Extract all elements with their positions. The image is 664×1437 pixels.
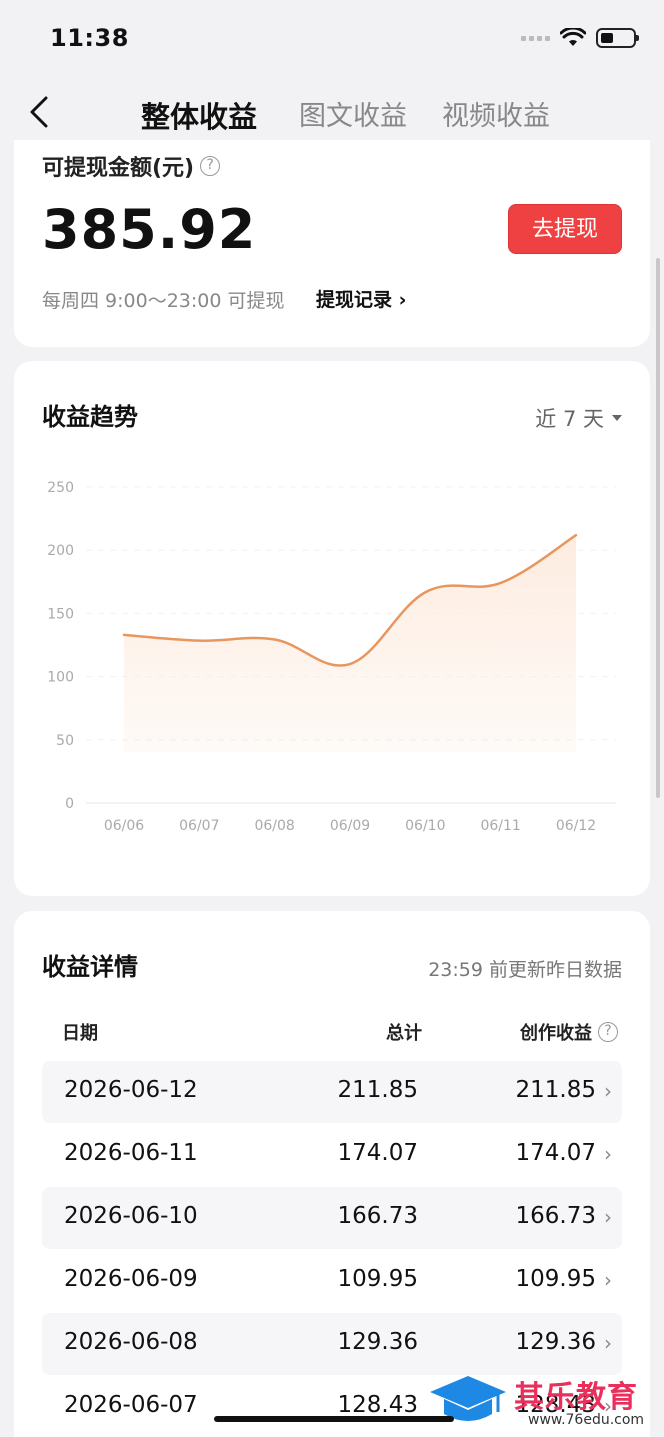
home-indicator <box>214 1416 454 1422</box>
table-row[interactable]: 2026-06-08 129.36 129.36 › <box>42 1313 622 1375</box>
y-tick-label: 50 <box>56 733 74 749</box>
row-creation: 109.95 <box>515 1266 596 1292</box>
wifi-icon <box>560 28 586 46</box>
withdraw-record-label: 提现记录 <box>316 289 393 311</box>
status-icons <box>521 28 639 48</box>
trend-chart: 0 50 100 150 200 250 06/06 06/07 06/08 06/09 06/10… <box>47 480 616 834</box>
y-tick-label: 100 <box>47 670 74 686</box>
battery-icon <box>596 28 639 48</box>
row-creation: 174.07 <box>515 1140 596 1166</box>
row-date: 2026-06-10 <box>64 1203 198 1229</box>
caret-down-icon <box>612 415 622 421</box>
watermark-logo: 其乐教育 www.76edu.com <box>428 1370 658 1434</box>
tab-video-earnings[interactable]: 视频收益 <box>442 94 550 133</box>
tab-overall-earnings[interactable]: 整体收益 <box>141 94 257 136</box>
row-total: 109.95 <box>337 1266 418 1292</box>
table-row[interactable]: 2026-06-10 166.73 166.73 › <box>42 1187 622 1249</box>
row-total: 128.43 <box>337 1392 418 1418</box>
table-row[interactable]: 2026-06-12 211.85 211.85 › <box>42 1061 622 1123</box>
x-tick-label: 06/10 <box>405 818 445 834</box>
chevron-right-icon: › <box>604 1205 612 1229</box>
withdraw-record-link[interactable]: 提现记录 › <box>316 285 406 312</box>
row-total: 174.07 <box>337 1140 418 1166</box>
balance-value: 385.92 <box>42 198 257 261</box>
row-total: 166.73 <box>337 1203 418 1229</box>
status-bar: 11:38 <box>0 0 664 80</box>
signal-icon <box>521 35 550 41</box>
row-date: 2026-06-11 <box>64 1140 198 1166</box>
chevron-right-icon: › <box>604 1079 612 1103</box>
watermark-url: www.76edu.com <box>528 1412 645 1428</box>
withdraw-schedule: 每周四 9:00～23:00 可提现 <box>42 290 285 312</box>
tab-article-earnings[interactable]: 图文收益 <box>299 94 407 133</box>
x-tick-label: 06/11 <box>480 818 520 834</box>
series-area <box>124 535 576 753</box>
chevron-right-icon: › <box>604 1142 612 1166</box>
scrollbar[interactable] <box>656 258 660 798</box>
row-date: 2026-06-07 <box>64 1392 198 1418</box>
row-date: 2026-06-09 <box>64 1266 198 1292</box>
table-header: 日期 总计 创作收益 ? <box>42 1019 622 1049</box>
y-tick-label: 200 <box>47 543 74 559</box>
watermark-text: 其乐教育 <box>514 1380 638 1415</box>
status-time: 11:38 <box>50 24 129 52</box>
row-creation: 129.36 <box>515 1329 596 1355</box>
column-date: 日期 <box>62 1023 98 1044</box>
x-tick-label: 06/07 <box>179 818 219 834</box>
balance-label: 可提现金额(元) ? <box>42 150 221 182</box>
column-total: 总计 <box>386 1023 422 1044</box>
column-creation: 创作收益 ? <box>520 1019 618 1045</box>
row-total: 129.36 <box>337 1329 418 1355</box>
chevron-right-icon: › <box>604 1268 612 1292</box>
y-tick-label: 0 <box>65 796 74 812</box>
chevron-right-icon: › <box>398 289 407 311</box>
row-total: 211.85 <box>337 1077 418 1103</box>
trend-title: 收益趋势 <box>42 403 138 431</box>
x-tick-label: 06/06 <box>104 818 144 834</box>
withdraw-button[interactable]: 去提现 <box>508 204 622 254</box>
y-tick-label: 150 <box>47 606 74 622</box>
balance-card: 可提现金额(元) ? 385.92 去提现 每周四 9:00～23:00 可提现… <box>14 140 650 347</box>
graduation-cap-icon <box>430 1376 506 1421</box>
table-row[interactable]: 2026-06-09 109.95 109.95 › <box>42 1250 622 1312</box>
range-select-label: 近 7 天 <box>535 407 604 431</box>
row-creation: 211.85 <box>515 1077 596 1103</box>
details-card: 收益详情 23:59 前更新昨日数据 日期 总计 创作收益 ? 2026-06-… <box>14 911 650 1437</box>
help-icon[interactable]: ? <box>200 156 221 176</box>
balance-label-text: 可提现金额(元) <box>42 156 195 181</box>
chevron-right-icon: › <box>604 1331 612 1355</box>
row-date: 2026-06-08 <box>64 1329 198 1355</box>
x-tick-label: 06/09 <box>330 818 370 834</box>
back-arrow-icon[interactable] <box>22 92 62 132</box>
row-date: 2026-06-12 <box>64 1077 198 1103</box>
help-icon[interactable]: ? <box>598 1022 618 1042</box>
trend-card: 收益趋势 近 7 天 0 50 100 150 200 250 06/06 06/07 06/0… <box>14 361 650 896</box>
range-select[interactable]: 近 7 天 <box>535 403 622 433</box>
table-row[interactable]: 2026-06-11 174.07 174.07 › <box>42 1124 622 1186</box>
y-tick-label: 250 <box>47 480 74 496</box>
x-tick-label: 06/08 <box>254 818 294 834</box>
row-creation: 166.73 <box>515 1203 596 1229</box>
column-creation-label: 创作收益 <box>520 1023 592 1044</box>
update-note: 23:59 前更新昨日数据 <box>428 959 622 981</box>
details-title: 收益详情 <box>42 953 138 981</box>
x-tick-label: 06/12 <box>556 818 596 834</box>
